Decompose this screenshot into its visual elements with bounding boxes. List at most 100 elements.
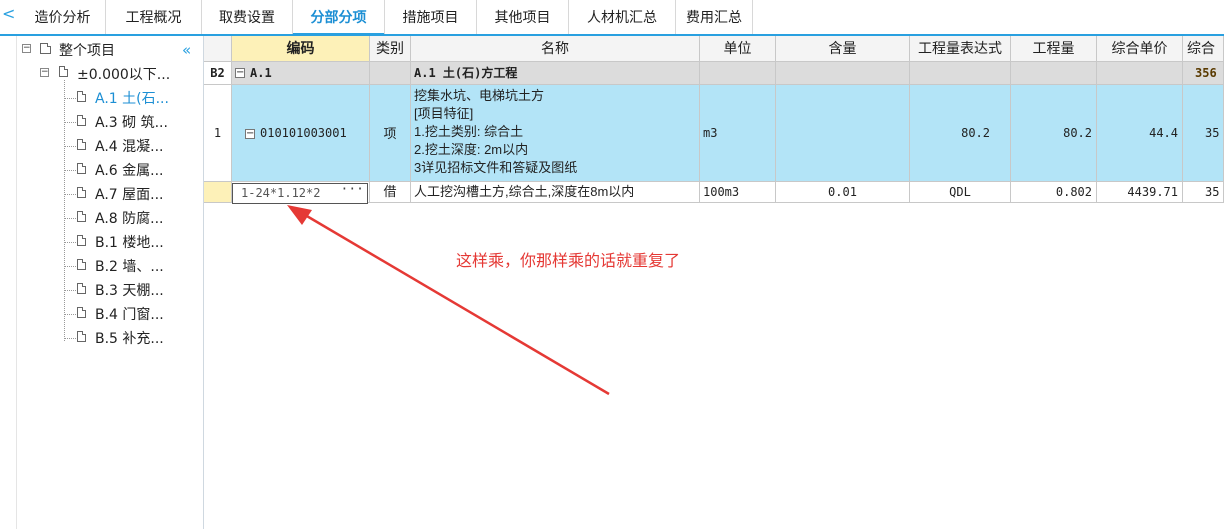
tree-item-a6[interactable]: A.6 金属... <box>95 160 164 182</box>
header-type[interactable]: 类别 <box>370 36 411 62</box>
tree-branch <box>64 242 76 243</box>
header-content[interactable]: 含量 <box>776 36 910 62</box>
tree-connector <box>64 80 65 341</box>
tab-fee-settings[interactable]: 取费设置 <box>202 0 293 34</box>
cell-b2-total[interactable]: 356 <box>1183 62 1224 85</box>
tree-item-a3[interactable]: A.3 砌 筑... <box>95 112 168 134</box>
item-grid: 编码 类别 名称 单位 含量 工程量表达式 工程量 综合单价 综合 B2 A.1… <box>204 36 1224 529</box>
name-line: 挖集水坑、电梯坑土方 <box>414 88 545 103</box>
cell-b2-content[interactable] <box>776 62 910 85</box>
tab-bar: < 造价分析 工程概况 取费设置 分部分项 措施项目 其他项目 人材机汇总 费用… <box>0 0 1224 36</box>
tab-project-overview[interactable]: 工程概况 <box>106 0 202 34</box>
cell-2-unit-price[interactable]: 4439.71 <box>1097 182 1183 203</box>
cell-1-unit[interactable]: m3 <box>700 85 776 182</box>
collapse-icon[interactable]: − <box>40 68 49 77</box>
header-unit[interactable]: 单位 <box>700 36 776 62</box>
document-icon <box>77 187 86 198</box>
tree-branch <box>64 266 76 267</box>
header-quantity[interactable]: 工程量 <box>1011 36 1097 62</box>
tab-labor-material-summary[interactable]: 人材机汇总 <box>569 0 676 34</box>
cell-b2-quantity[interactable] <box>1011 62 1097 85</box>
tab-other-items[interactable]: 其他项目 <box>477 0 569 34</box>
document-icon <box>59 66 68 77</box>
tree-branch <box>64 98 76 99</box>
cell-2-unit[interactable]: 100m3 <box>700 182 776 203</box>
back-arrow-icon[interactable]: < <box>2 4 15 24</box>
cell-2-total[interactable]: 35 <box>1183 182 1224 203</box>
tree-branch <box>64 122 76 123</box>
name-line: 2.挖土深度: 2m以内 <box>414 142 529 157</box>
name-line: 3详见招标文件和答疑及图纸 <box>414 160 578 175</box>
cell-2-quantity[interactable]: 0.802 <box>1011 182 1097 203</box>
cell-b2-name[interactable]: A.1 土(石)方工程 <box>411 62 700 85</box>
header-code[interactable]: 编码 <box>232 36 370 62</box>
cell-1-total[interactable]: 35 <box>1183 85 1224 182</box>
cell-1-content[interactable] <box>776 85 910 182</box>
header-rownum <box>204 36 232 62</box>
app-window: < 造价分析 工程概况 取费设置 分部分项 措施项目 其他项目 人材机汇总 费用… <box>0 0 1224 529</box>
header-name[interactable]: 名称 <box>411 36 700 62</box>
collapse-panel-icon[interactable]: « <box>182 42 191 58</box>
rownum-2 <box>204 182 232 203</box>
header-unit-price[interactable]: 综合单价 <box>1097 36 1183 62</box>
cell-1-unit-price[interactable]: 44.4 <box>1097 85 1183 182</box>
tree-branch <box>64 290 76 291</box>
more-options-button[interactable]: ··· <box>341 181 364 199</box>
tree-branch <box>64 146 76 147</box>
cell-2-type[interactable]: 借 <box>370 182 411 203</box>
tree-branch <box>64 194 76 195</box>
tree-item-b1[interactable]: B.1 楼地... <box>95 232 164 254</box>
collapse-icon[interactable]: − <box>235 68 245 78</box>
collapse-icon[interactable]: − <box>245 129 255 139</box>
rownum-b2: B2 <box>204 62 232 85</box>
tab-sub-items[interactable]: 分部分项 <box>293 0 385 36</box>
document-icon <box>77 331 86 342</box>
tab-measures[interactable]: 措施项目 <box>385 0 477 34</box>
document-icon <box>77 235 86 246</box>
collapse-icon[interactable]: − <box>22 44 31 53</box>
cell-2-content[interactable]: 0.01 <box>776 182 910 203</box>
project-icon <box>40 43 51 54</box>
cell-2-name[interactable]: 人工挖沟槽土方,综合土,深度在8m以内 <box>411 182 700 203</box>
annotation-text: 这样乘，你那样乘的话就重复了 <box>456 253 681 270</box>
cell-b2-expression[interactable] <box>910 62 1011 85</box>
document-icon <box>77 163 86 174</box>
tree-root[interactable]: 整个项目 <box>59 40 115 62</box>
cell-1-name[interactable]: 挖集水坑、电梯坑土方 [项目特征] 1.挖土类别: 综合土 2.挖土深度: 2m… <box>411 85 700 182</box>
tree-level1[interactable]: ±0.000以下... <box>77 64 170 86</box>
tab-fee-summary[interactable]: 费用汇总 <box>676 0 753 34</box>
tree-item-a4[interactable]: A.4 混凝... <box>95 136 164 158</box>
header-total[interactable]: 综合 <box>1183 36 1224 62</box>
document-icon <box>77 139 86 150</box>
cell-2-expression[interactable]: QDL <box>910 182 1011 203</box>
document-icon <box>77 283 86 294</box>
tree-branch <box>64 170 76 171</box>
document-icon <box>77 307 86 318</box>
tree-item-b3[interactable]: B.3 天棚... <box>95 280 164 302</box>
cell-1-expression[interactable]: 80.2 <box>910 85 1011 182</box>
document-icon <box>77 211 86 222</box>
code-edit-value: 1-24*1.12*2 <box>241 186 321 200</box>
tree-item-b4[interactable]: B.4 门窗... <box>95 304 164 326</box>
tree-branch <box>64 338 76 339</box>
tree-item-a8[interactable]: A.8 防腐... <box>95 208 164 230</box>
name-line: 1.挖土类别: 综合土 <box>414 124 524 139</box>
code-edit-input[interactable]: 1-24*1.12*2 ··· <box>232 181 368 204</box>
document-icon <box>77 91 86 102</box>
cell-1-type[interactable]: 项 <box>370 85 411 182</box>
rownum-1: 1 <box>204 85 232 182</box>
tree-branch <box>64 218 76 219</box>
cell-b2-unit-price[interactable] <box>1097 62 1183 85</box>
cell-1-quantity[interactable]: 80.2 <box>1011 85 1097 182</box>
document-icon <box>77 259 86 270</box>
cell-b2-code[interactable]: A.1 <box>232 62 370 85</box>
tree-item-a1[interactable]: A.1 土(石... <box>95 88 169 110</box>
tree-item-b5[interactable]: B.5 补充... <box>95 328 164 350</box>
cell-b2-unit[interactable] <box>700 62 776 85</box>
header-expression[interactable]: 工程量表达式 <box>910 36 1011 62</box>
tab-cost-analysis[interactable]: 造价分析 <box>20 0 106 34</box>
tree-item-b2[interactable]: B.2 墙、... <box>95 256 164 278</box>
tree-branch <box>64 314 76 315</box>
tree-item-a7[interactable]: A.7 屋面... <box>95 184 164 206</box>
cell-b2-type[interactable] <box>370 62 411 85</box>
